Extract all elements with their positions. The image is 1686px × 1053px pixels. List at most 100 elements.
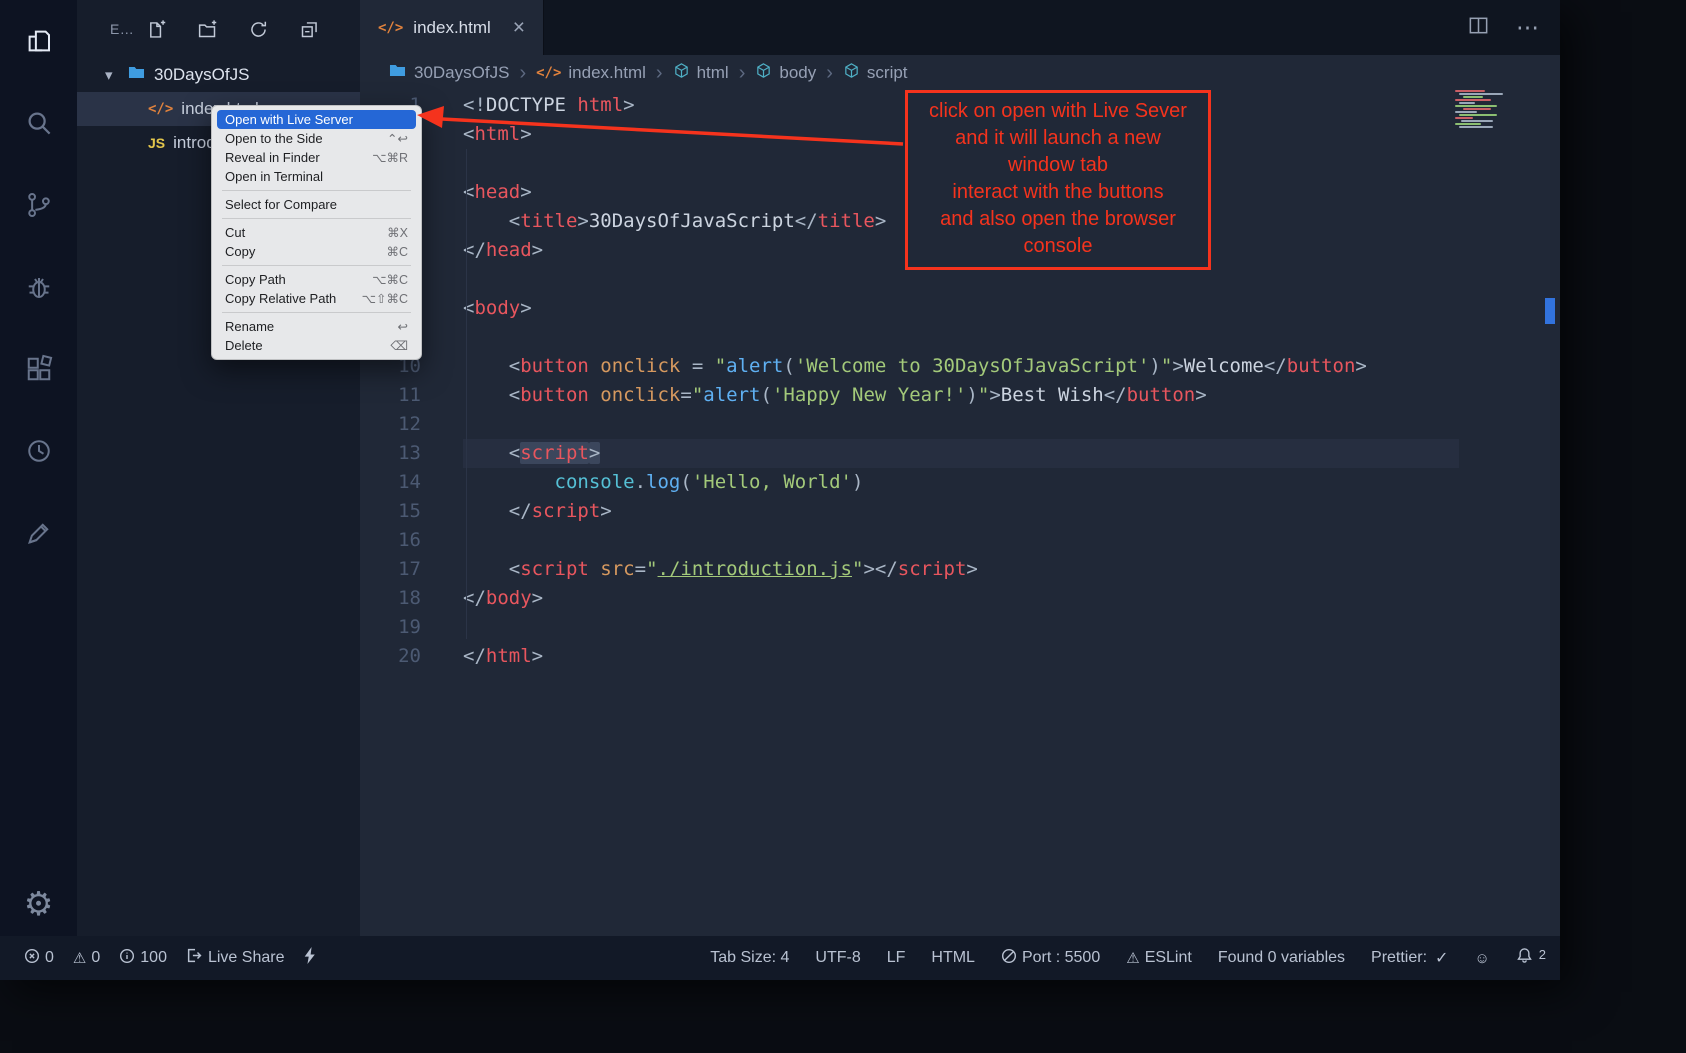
code-line-content: <script> (463, 439, 1459, 468)
explorer-title: E… (110, 21, 134, 37)
settings-gear-icon[interactable]: ⚙ (24, 887, 54, 920)
code-line-9[interactable]: 9 (360, 323, 1560, 352)
folder-icon (388, 61, 407, 85)
collapse-all-icon[interactable] (299, 19, 320, 40)
menu-item-open-in-terminal[interactable]: Open in Terminal (217, 167, 416, 186)
status-label: Live Share (208, 949, 285, 967)
line-number: 19 (360, 613, 421, 642)
menu-item-label: Copy (225, 244, 255, 259)
status-go-live[interactable] (303, 947, 317, 969)
context-menu: Open with Live ServerOpen to the Side⌃↩R… (211, 105, 422, 360)
line-number: 13 (360, 439, 421, 468)
code-line-11[interactable]: 11 <button onclick="alert('Happy New Yea… (360, 381, 1560, 410)
extensions-icon[interactable] (23, 353, 55, 385)
code-line-content: console.log('Hello, World') (463, 468, 863, 497)
symbol-cube-icon (755, 62, 772, 84)
status-language[interactable]: HTML (931, 949, 975, 967)
code-line-content: <!DOCTYPE html> (463, 91, 635, 120)
status-info[interactable]: 100 (119, 948, 167, 969)
folder-name: 30DaysOfJS (154, 65, 249, 85)
source-control-icon[interactable] (23, 189, 55, 221)
status-label: 100 (140, 949, 167, 967)
status-label: UTF-8 (815, 949, 860, 967)
line-number: 14 (360, 468, 421, 497)
close-icon[interactable]: × (513, 16, 525, 40)
status-tab-size[interactable]: Tab Size: 4 (710, 949, 789, 967)
status-prettier[interactable]: Prettier:✓ (1371, 948, 1448, 968)
code-line-15[interactable]: 15 </script> (360, 497, 1560, 526)
breadcrumb-item-index-html[interactable]: </>index.html (536, 63, 646, 83)
scrollbar-marker[interactable] (1545, 298, 1555, 324)
menu-item-shortcut: ⌘X (387, 225, 408, 240)
status-notifications[interactable]: 2 (1516, 947, 1546, 969)
menu-item-copy-path[interactable]: Copy Path⌥⌘C (217, 270, 416, 289)
code-line-13[interactable]: 13 <script> (360, 439, 1560, 468)
more-actions-icon[interactable]: ⋯ (1516, 14, 1540, 41)
menu-item-label: Open with Live Server (225, 112, 353, 127)
breadcrumb-item-30daysofjs[interactable]: 30DaysOfJS (388, 61, 509, 85)
status-errors[interactable]: 0 (24, 948, 54, 969)
breadcrumb-label: script (867, 63, 908, 83)
menu-item-open-to-the-side[interactable]: Open to the Side⌃↩ (217, 129, 416, 148)
refresh-icon[interactable] (248, 19, 269, 40)
search-icon[interactable] (23, 107, 55, 139)
breadcrumb-label: html (697, 63, 729, 83)
breadcrumb-separator: › (656, 62, 663, 85)
folder-icon (127, 63, 146, 87)
minimap[interactable] (1455, 90, 1545, 136)
history-icon[interactable] (23, 435, 55, 467)
breadcrumb-item-body[interactable]: body (755, 62, 816, 84)
symbol-cube-icon (843, 62, 860, 84)
activity-bar: ⚙ (0, 0, 77, 936)
menu-item-copy[interactable]: Copy⌘C (217, 242, 416, 261)
pencil-icon[interactable] (23, 517, 55, 549)
menu-item-open-with-live-server[interactable]: Open with Live Server (217, 110, 416, 129)
menu-item-reveal-in-finder[interactable]: Reveal in Finder⌥⌘R (217, 148, 416, 167)
status-eslint[interactable]: ⚠ESLint (1126, 949, 1192, 967)
new-file-icon[interactable] (146, 19, 167, 40)
annotation-box: click on open with Live Severand it will… (905, 90, 1211, 270)
code-line-content: </body> (463, 584, 543, 613)
status-port[interactable]: Port : 5500 (1001, 948, 1100, 969)
files-icon[interactable] (23, 25, 55, 57)
menu-item-label: Open to the Side (225, 131, 323, 146)
new-folder-icon[interactable] (197, 19, 218, 40)
code-line-19[interactable]: 19 (360, 613, 1560, 642)
code-line-20[interactable]: 20</html> (360, 642, 1560, 671)
status-label: Port : 5500 (1022, 949, 1100, 967)
menu-item-rename[interactable]: Rename↩ (217, 317, 416, 336)
code-line-17[interactable]: 17 <script src="./introduction.js"></scr… (360, 555, 1560, 584)
tab-index-html[interactable]: </> index.html × (360, 0, 544, 55)
code-line-18[interactable]: 18</body> (360, 584, 1560, 613)
js-file-icon: JS (148, 135, 165, 151)
status-encoding[interactable]: UTF-8 (815, 949, 860, 967)
status-left: 0 ⚠0 100 Live Share (0, 947, 317, 969)
code-line-12[interactable]: 12 (360, 410, 1560, 439)
breadcrumb-item-script[interactable]: script (843, 62, 908, 84)
breadcrumb-item-html[interactable]: html (673, 62, 729, 84)
code-line-content: <html> (463, 120, 532, 149)
breadcrumb-separator: › (739, 62, 746, 85)
menu-item-copy-relative-path[interactable]: Copy Relative Path⌥⇧⌘C (217, 289, 416, 308)
code-line-14[interactable]: 14 console.log('Hello, World') (360, 468, 1560, 497)
menu-item-cut[interactable]: Cut⌘X (217, 223, 416, 242)
code-line-16[interactable]: 16 (360, 526, 1560, 555)
activity-bar-top (0, 0, 77, 549)
status-live-share[interactable]: Live Share (186, 947, 285, 969)
menu-item-select-for-compare[interactable]: Select for Compare (217, 195, 416, 214)
split-editor-icon[interactable] (1467, 14, 1490, 42)
status-variables[interactable]: Found 0 variables (1218, 949, 1345, 967)
code-line-10[interactable]: 10 <button onclick = "alert('Welcome to … (360, 352, 1560, 381)
error-icon (24, 948, 40, 969)
menu-item-shortcut: ⌫ (390, 338, 408, 353)
status-eol[interactable]: LF (887, 949, 906, 967)
tab-label: index.html (413, 18, 490, 38)
annotation-text-line: and it will launch a new (908, 125, 1208, 152)
editor-actions: ⋯ (1467, 0, 1560, 55)
status-warnings[interactable]: ⚠0 (73, 949, 100, 967)
code-line-8[interactable]: 8<body> (360, 294, 1560, 323)
folder-row-30daysofjs[interactable]: ▾ 30DaysOfJS (77, 58, 360, 92)
menu-item-delete[interactable]: Delete⌫ (217, 336, 416, 355)
run-debug-icon[interactable] (23, 271, 55, 303)
status-feedback[interactable]: ☺ (1474, 950, 1489, 967)
